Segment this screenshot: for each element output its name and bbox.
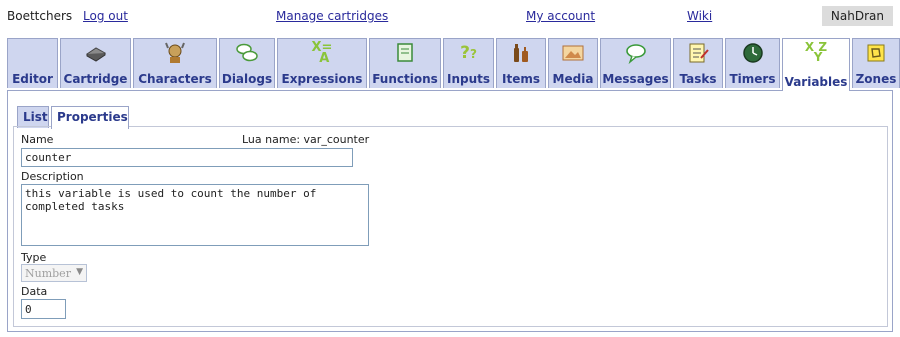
tab-inputs[interactable]: ?? Inputs [443, 38, 494, 88]
type-select-value: Number [25, 267, 71, 280]
manage-cartridges-link[interactable]: Manage cartridges [276, 9, 388, 23]
tab-label: Media [552, 72, 594, 86]
top-bar: Boettchers Log out Manage cartridges My … [0, 0, 900, 32]
tab-editor[interactable]: Editor [7, 38, 58, 88]
tab-label: Items [502, 72, 540, 86]
chevron-down-icon: ▼ [76, 267, 83, 277]
tab-label: Functions [372, 72, 438, 86]
tab-cartridge[interactable]: Cartridge [60, 38, 131, 88]
lua-name-text: Lua name: var_counter [242, 133, 370, 146]
tab-label: Editor [12, 72, 53, 86]
timers-icon [741, 42, 765, 64]
name-field[interactable] [21, 148, 353, 167]
username: Boettchers [7, 9, 73, 23]
properties-form: Name Lua name: var_counter Description t… [13, 126, 888, 327]
name-label: Name [21, 133, 54, 146]
tab-label: Inputs [446, 72, 491, 86]
tab-dialogs[interactable]: Dialogs [219, 38, 275, 88]
tab-label: Dialogs [221, 72, 273, 86]
editor-icon [21, 42, 45, 64]
tab-label: Zones [855, 72, 897, 86]
tab-items[interactable]: Items [496, 38, 546, 88]
tab-functions[interactable]: Functions [369, 38, 441, 88]
expressions-icon: X= A [311, 40, 333, 66]
logout-link[interactable]: Log out [83, 9, 128, 23]
tab-label: Tasks [679, 72, 717, 86]
wiki-link[interactable]: Wiki [687, 9, 712, 23]
tab-expressions[interactable]: X= A Expressions [277, 38, 367, 88]
inputs-icon: ?? [460, 43, 477, 63]
zones-icon [864, 42, 888, 64]
items-icon [509, 42, 533, 64]
messages-icon [624, 42, 648, 65]
characters-icon [163, 42, 187, 64]
functions-icon [393, 42, 417, 64]
tab-characters[interactable]: Characters [133, 38, 217, 88]
description-field[interactable]: this variable is used to count the numbe… [21, 184, 369, 246]
tab-label: Characters [138, 72, 212, 86]
description-label: Description [21, 170, 84, 183]
media-icon [561, 42, 585, 64]
tab-label: Timers [729, 72, 776, 86]
dialogs-icon [235, 42, 259, 64]
tab-messages[interactable]: Messages [600, 38, 671, 88]
subtab-list[interactable]: List [17, 106, 49, 128]
tab-variables[interactable]: X Z Y Variables [782, 38, 850, 91]
tab-timers[interactable]: Timers [725, 38, 780, 88]
tasks-icon [686, 42, 710, 64]
variables-panel: List Properties Name Lua name: var_count… [7, 90, 893, 332]
my-account-link[interactable]: My account [526, 9, 595, 23]
data-label: Data [21, 285, 48, 298]
tab-tasks[interactable]: Tasks [673, 38, 723, 88]
data-field[interactable] [21, 299, 66, 319]
tab-zones[interactable]: Zones [852, 38, 900, 88]
type-label: Type [21, 251, 47, 264]
cartridge-name-badge: NahDran [821, 6, 893, 26]
tab-label: Messages [602, 72, 669, 86]
subtab-properties[interactable]: Properties [51, 106, 129, 129]
tab-label: Cartridge [63, 72, 128, 86]
tab-media[interactable]: Media [548, 38, 598, 88]
tab-label: Variables [784, 75, 848, 89]
cartridge-icon [84, 42, 108, 64]
type-select[interactable]: Number ▼ [21, 264, 87, 282]
tab-label: Expressions [281, 72, 363, 86]
variables-icon: X Z Y [804, 40, 828, 64]
